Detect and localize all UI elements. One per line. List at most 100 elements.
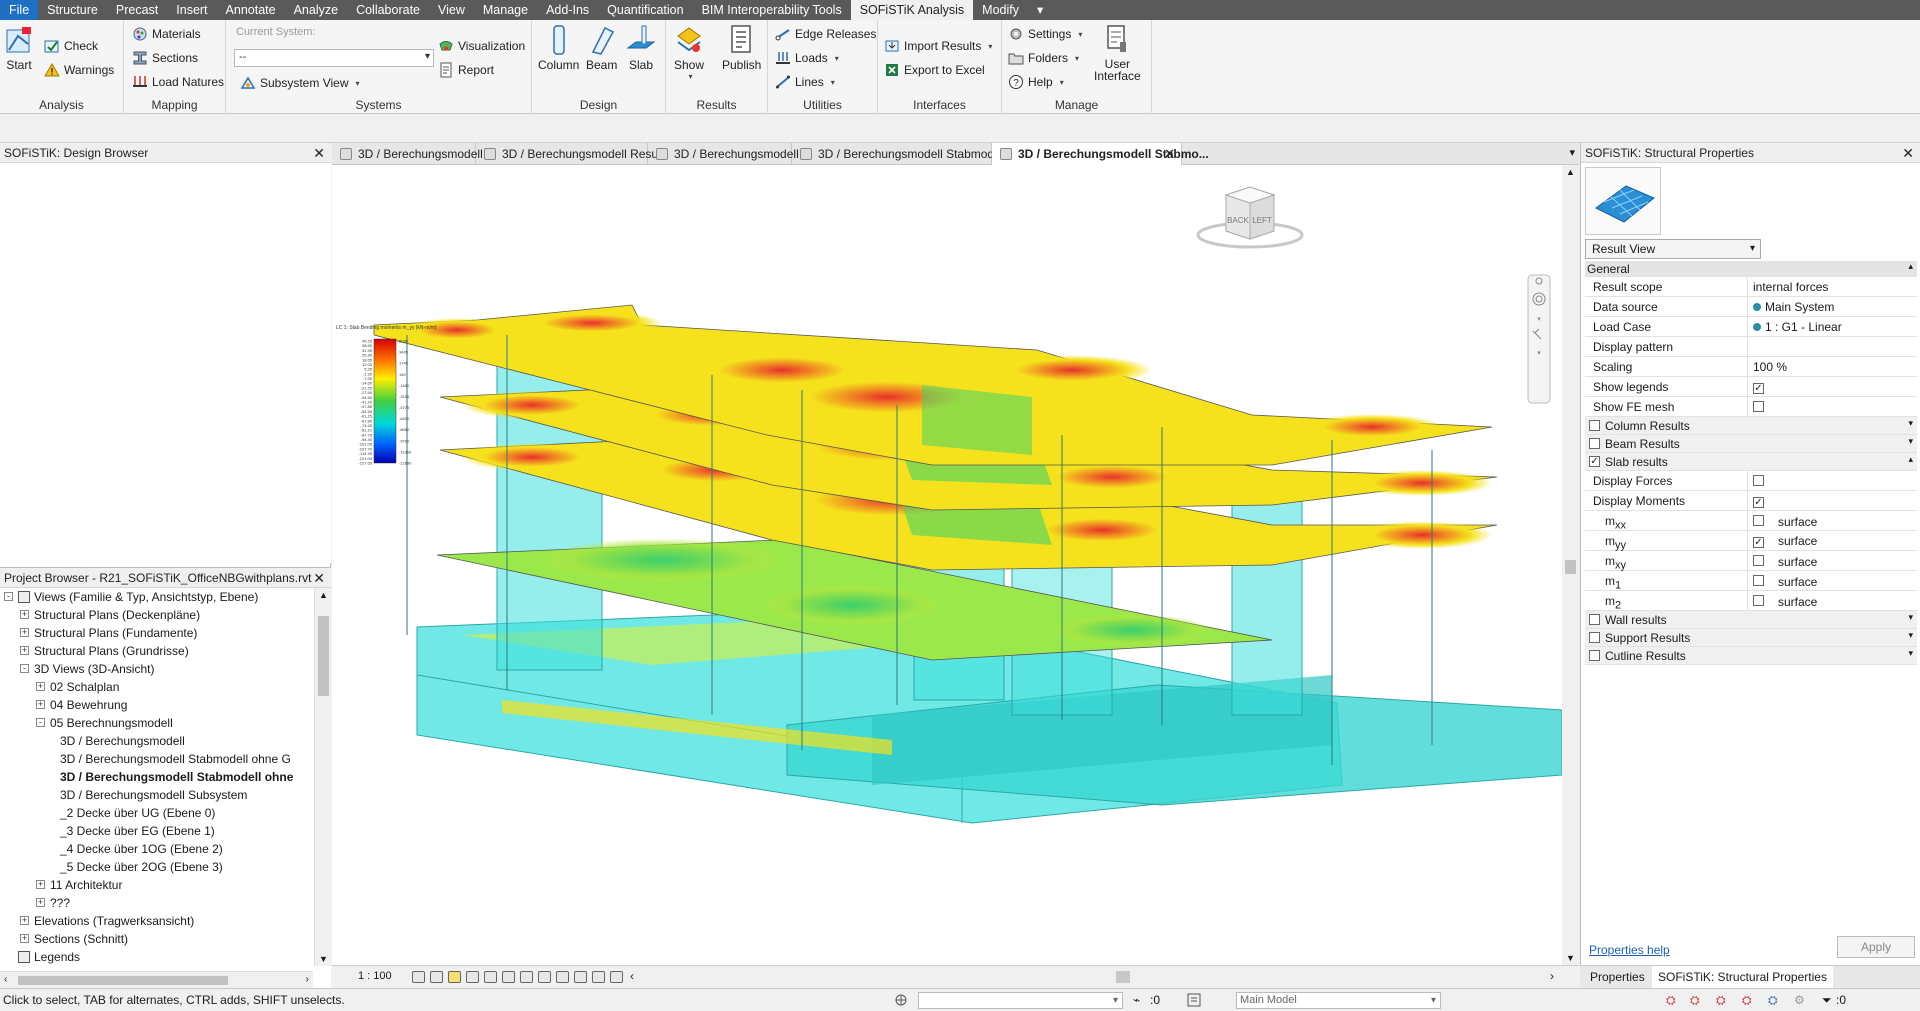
tab-view-4[interactable]: 3D / Berechungsmodell Stabmodell... <box>792 143 1016 165</box>
moment-mxx-checkbox[interactable] <box>1753 515 1764 526</box>
row-show-fe-mesh[interactable]: Show FE mesh <box>1585 397 1917 417</box>
menu-item-add-ins[interactable]: Add-Ins <box>537 0 598 20</box>
row-moment-m1[interactable]: m1 surface <box>1585 571 1917 591</box>
beam-button[interactable]: Beam <box>586 24 617 72</box>
expand-icon[interactable]: + <box>20 646 29 655</box>
sections-button[interactable]: Sections <box>132 50 198 66</box>
slab-results-checkbox[interactable]: ✓ <box>1589 456 1600 467</box>
background-processes-icon[interactable]: ⚙ <box>1794 993 1805 1007</box>
expand-icon[interactable]: + <box>20 610 29 619</box>
section-general[interactable]: General ▴ <box>1585 261 1917 277</box>
tab-list-icon[interactable]: ▾ <box>1569 146 1575 159</box>
editing-requests-icon[interactable]: ⌁ <box>1133 993 1140 1007</box>
result-view-dropdown[interactable]: Result View <box>1585 239 1761 259</box>
beam-results-checkbox[interactable] <box>1589 438 1600 449</box>
cutline-results-checkbox[interactable] <box>1589 650 1600 661</box>
tree-item[interactable]: _2 Decke über UG (Ebene 0) <box>0 804 313 822</box>
group-slab-results[interactable]: ✓ Slab results ▴ <box>1585 453 1917 471</box>
lines-button[interactable]: Lines ▾ <box>775 74 835 90</box>
menu-item-view[interactable]: View <box>429 0 474 20</box>
user-interface-button[interactable]: User Interface <box>1094 24 1141 82</box>
tree-item[interactable]: Legends <box>0 948 313 966</box>
moment-mxy-checkbox[interactable] <box>1753 555 1764 566</box>
shadows-icon[interactable] <box>466 971 479 983</box>
subsystem-view-button[interactable]: Subsystem View ▾ <box>240 75 360 91</box>
group-support-results[interactable]: Support Results ▾ <box>1585 629 1917 647</box>
expand-icon[interactable]: + <box>36 682 45 691</box>
tree-item[interactable]: -3D Views (3D-Ansicht) <box>0 660 313 678</box>
scroll-down-icon[interactable]: ▼ <box>319 954 328 964</box>
publish-button[interactable]: Publish <box>722 24 761 72</box>
show-button[interactable]: Show ▾ <box>674 24 704 81</box>
expand-icon[interactable]: + <box>20 628 29 637</box>
viewcube[interactable]: BACK LEFT <box>1196 186 1304 249</box>
scroll-up-icon[interactable]: ▲ <box>1566 167 1575 177</box>
scroll-thumb[interactable] <box>1116 971 1130 983</box>
viewport-vertical-scrollbar[interactable]: ▲ ▼ <box>1562 165 1579 965</box>
group-column-results[interactable]: Column Results ▾ <box>1585 417 1917 435</box>
settings-button[interactable]: Settings ▾ <box>1008 26 1082 42</box>
3d-viewport[interactable]: LC 1: Slab Bending moments m_yy (kN-m/m)… <box>332 165 1562 965</box>
tab-structural-properties[interactable]: SOFiSTiK: Structural Properties <box>1652 966 1833 988</box>
scroll-down-icon[interactable]: ▼ <box>1566 953 1575 963</box>
row-moment-mxx[interactable]: mxx surface <box>1585 511 1917 531</box>
tree-item[interactable]: + Sections (Schnitt) <box>0 930 313 948</box>
expand-icon[interactable]: + <box>20 934 29 943</box>
row-display-forces[interactable]: Display Forces <box>1585 471 1917 491</box>
materials-button[interactable]: Materials <box>132 26 201 42</box>
crop-view-icon[interactable] <box>502 971 515 983</box>
show-crop-icon[interactable] <box>520 971 533 983</box>
tree-item[interactable]: _5 Decke über 2OG (Ebene 3) <box>0 858 313 876</box>
row-show-legends[interactable]: Show legends ✓ <box>1585 377 1917 397</box>
close-icon[interactable]: ✕ <box>1164 143 1175 165</box>
analytical-model-icon[interactable] <box>592 971 605 983</box>
row-scaling[interactable]: Scaling 100 % <box>1585 357 1917 377</box>
menu-item-quantification[interactable]: Quantification <box>598 0 692 20</box>
scroll-thumb[interactable] <box>318 616 329 696</box>
tab-view-1[interactable]: 3D / Berechungsmodell <box>332 143 483 165</box>
render-icon[interactable] <box>484 971 497 983</box>
column-button[interactable]: Column <box>538 24 579 72</box>
scroll-left-icon[interactable]: ‹ <box>4 974 7 985</box>
select-underlay-icon[interactable]: ⛭ <box>1690 993 1700 1008</box>
load-natures-button[interactable]: Load Natures <box>132 74 224 90</box>
menu-item-collaborate[interactable]: Collaborate <box>347 0 429 20</box>
scroll-right-icon[interactable]: › <box>1550 969 1554 983</box>
support-results-checkbox[interactable] <box>1589 632 1600 643</box>
viewcube-left-label[interactable]: LEFT <box>1252 216 1272 225</box>
menu-item-insert[interactable]: Insert <box>167 0 216 20</box>
menu-item--[interactable]: ▾ <box>1028 0 1052 20</box>
row-moment-m2[interactable]: m2 surface <box>1585 591 1917 611</box>
scroll-thumb[interactable] <box>1565 560 1576 574</box>
menu-item-analyze[interactable]: Analyze <box>285 0 347 20</box>
warnings-button[interactable]: Warnings <box>44 62 114 78</box>
slab-button[interactable]: Slab <box>626 24 656 72</box>
close-icon[interactable]: ✕ <box>313 568 325 588</box>
import-results-button[interactable]: Import Results ▾ <box>884 38 992 54</box>
tree-item[interactable]: _3 Decke über EG (Ebene 1) <box>0 822 313 840</box>
tree-item[interactable]: + Structural Plans (Deckenpläne) <box>0 606 313 624</box>
expand-icon[interactable]: + <box>36 700 45 709</box>
tree-horizontal-scrollbar[interactable]: ‹ › <box>0 971 313 988</box>
viewcube-back-label[interactable]: BACK <box>1227 216 1249 225</box>
properties-help-link[interactable]: Properties help <box>1589 943 1670 957</box>
close-icon[interactable]: ✕ <box>1902 143 1914 163</box>
tab-properties[interactable]: Properties <box>1584 966 1651 988</box>
filter-icon[interactable]: ⏷ <box>1822 993 1832 1008</box>
display-moments-checkbox[interactable]: ✓ <box>1753 497 1764 508</box>
help-button[interactable]: ? Help ▾ <box>1008 74 1064 90</box>
worksets-icon[interactable] <box>893 992 909 1008</box>
visual-style-icon[interactable] <box>430 971 443 983</box>
loads-button[interactable]: Loads ▾ <box>775 50 839 66</box>
tab-view-5[interactable]: 3D / Berechungsmodell Stabmo... ✕ <box>992 143 1209 165</box>
group-beam-results[interactable]: Beam Results ▾ <box>1585 435 1917 453</box>
reveal-hidden-icon[interactable] <box>574 971 587 983</box>
row-display-pattern[interactable]: Display pattern <box>1585 337 1917 357</box>
scroll-up-icon[interactable]: ▲ <box>319 590 328 600</box>
group-cutline-results[interactable]: Cutline Results ▾ <box>1585 647 1917 665</box>
select-links-icon[interactable]: ⛭ <box>1666 993 1676 1008</box>
tree-item[interactable]: + Elevations (Tragwerksansicht) <box>0 912 313 930</box>
folders-button[interactable]: Folders ▾ <box>1008 50 1079 66</box>
moment-m1-checkbox[interactable] <box>1753 575 1764 586</box>
select-pinned-icon[interactable]: ⛭ <box>1716 993 1726 1008</box>
